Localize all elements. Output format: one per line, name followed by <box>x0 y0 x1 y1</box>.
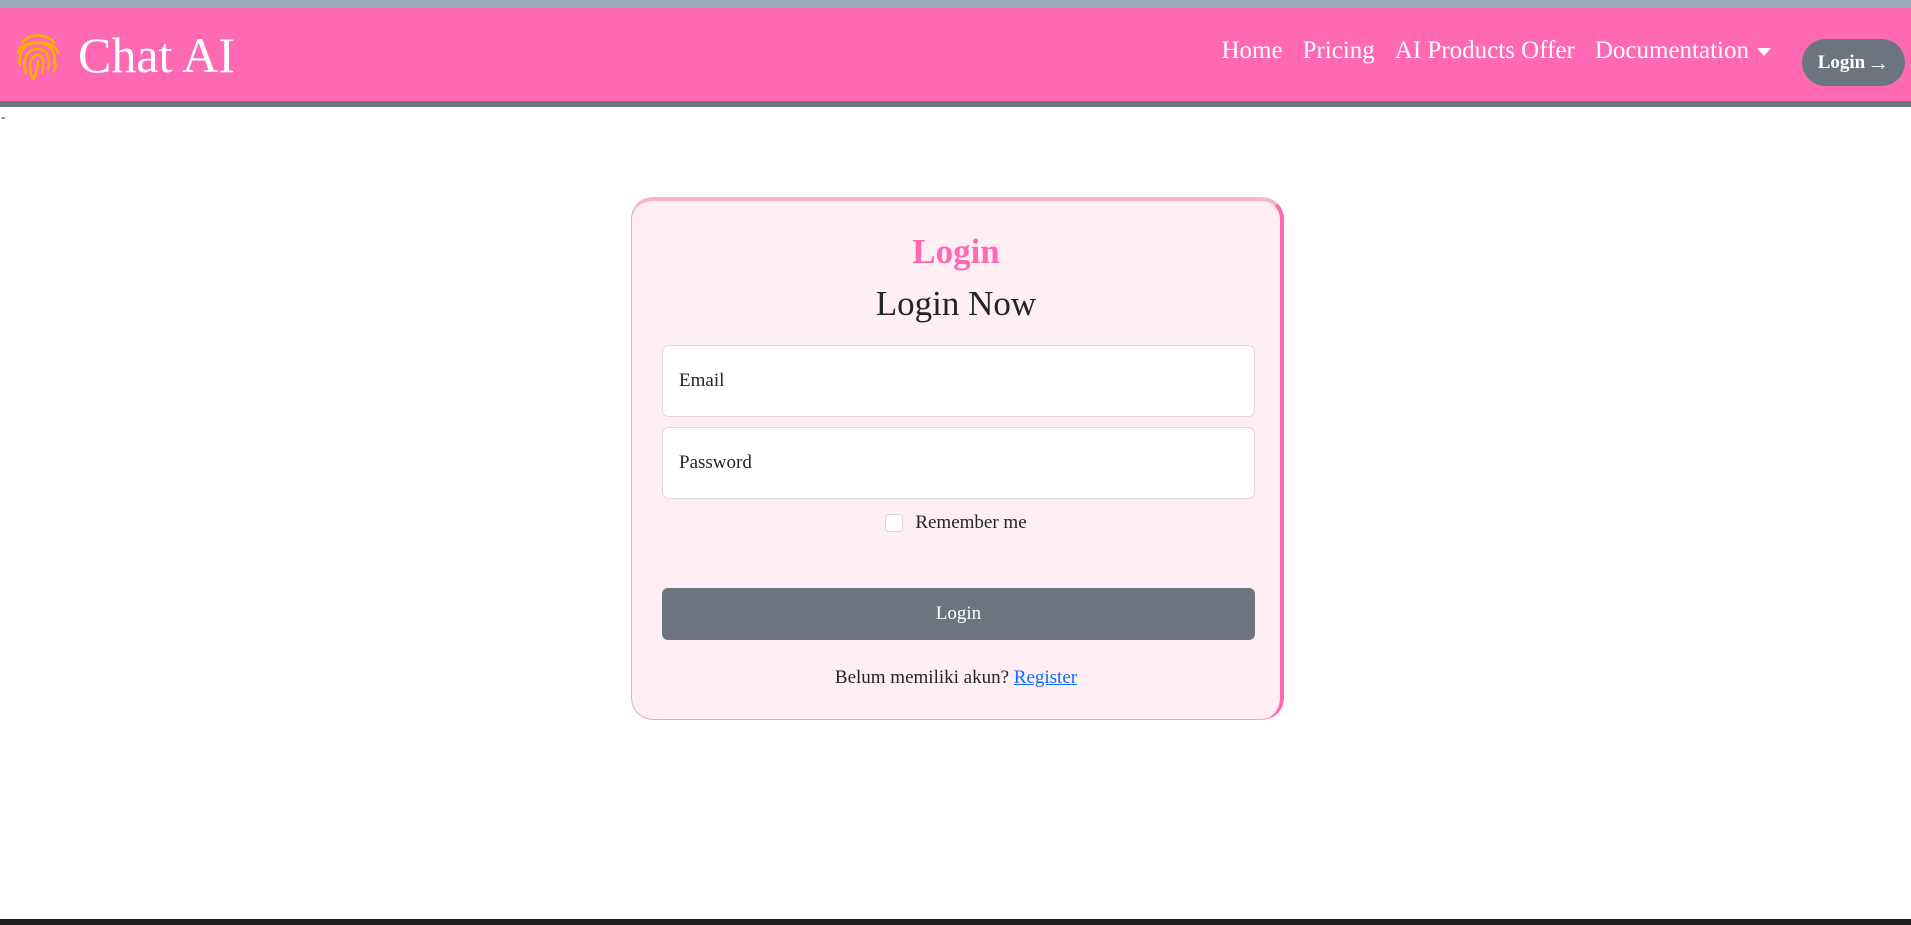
brand[interactable]: Chat AI <box>14 27 235 83</box>
stray-dash-text: - <box>1 110 6 125</box>
nav-login-button[interactable]: Login → <box>1802 39 1905 86</box>
email-placeholder: Email <box>679 370 725 391</box>
remember-me-row: Remember me <box>632 512 1280 534</box>
card-subtitle: Login Now <box>875 284 1037 323</box>
password-placeholder: Password <box>679 452 752 473</box>
nav-link-home[interactable]: Home <box>1221 38 1282 63</box>
nav-link-ai-products-offer[interactable]: AI Products Offer <box>1395 38 1575 63</box>
fingerprint-icon <box>16 34 60 81</box>
brand-name: Chat AI <box>78 27 235 83</box>
password-field[interactable]: Password <box>662 427 1255 499</box>
taskbar-edge <box>0 919 1911 925</box>
remember-me-checkbox[interactable] <box>885 514 904 532</box>
email-field[interactable]: Email <box>662 345 1255 417</box>
navbar-bottom-border <box>0 101 1911 107</box>
nav-links: Home Pricing AI Products Offer Documenta… <box>1201 38 1771 63</box>
nav-login-label: Login <box>1817 51 1866 73</box>
register-line: Belum memiliki akun? Register <box>632 667 1280 689</box>
remember-me-label[interactable]: Remember me <box>915 512 1026 534</box>
nav-link-documentation-label: Documentation <box>1594 37 1749 64</box>
navbar: Chat AI Home Pricing AI Products Offer D… <box>0 8 1911 101</box>
login-card: Login Login Now Email Password Remember … <box>631 197 1284 720</box>
card-title: Login <box>912 232 1000 271</box>
arrow-right-icon: → <box>1867 49 1890 75</box>
login-submit-button[interactable]: Login <box>662 588 1255 640</box>
register-link[interactable]: Register <box>1014 667 1077 688</box>
caret-down-icon <box>1757 48 1771 57</box>
nav-dropdown-documentation[interactable]: Documentation <box>1595 38 1771 63</box>
browser-top-strip <box>0 0 1911 8</box>
nav-link-pricing[interactable]: Pricing <box>1303 38 1375 63</box>
register-prompt: Belum memiliki akun? <box>834 667 1010 688</box>
